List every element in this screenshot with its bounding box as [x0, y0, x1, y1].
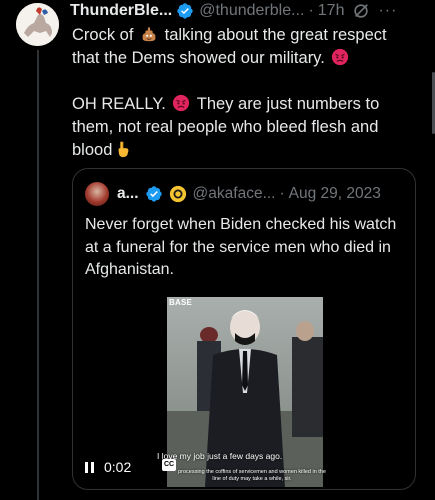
angry-emoji-icon: [331, 48, 349, 66]
pointing-down-emoji-icon: [114, 140, 132, 158]
handle[interactable]: @thunderble...: [199, 2, 304, 20]
verified-badge-icon: [176, 2, 194, 20]
separator-dot: ·: [308, 2, 314, 19]
video-caption-sub: processing the coffins of servicemen and…: [178, 469, 326, 482]
avatar[interactable]: [16, 3, 59, 46]
more-icon[interactable]: ···: [378, 2, 397, 20]
tweet-text: Crock of talking about the great respect…: [72, 24, 417, 162]
cc-icon[interactable]: CC: [162, 459, 176, 471]
grok-icon[interactable]: [352, 2, 370, 20]
tweet-text-line2a: OH REALLY.: [72, 95, 166, 113]
quoted-avatar[interactable]: [85, 182, 109, 206]
video-watermark: BASE: [169, 298, 193, 307]
quoted-date[interactable]: Aug 29, 2023: [289, 185, 381, 203]
poop-emoji-icon: [140, 25, 158, 43]
verified-badge-icon: [145, 185, 163, 203]
thread-line: [37, 50, 39, 500]
angry-emoji-icon: [172, 94, 190, 112]
quoted-tweet-card[interactable]: a... @akaface... · Aug 29, 2023 Never fo…: [72, 168, 416, 490]
quoted-handle[interactable]: @akaface...: [193, 185, 276, 203]
quoted-display-name[interactable]: a...: [117, 185, 139, 203]
video-time: 0:02: [104, 459, 132, 475]
tweet-header: ThunderBle... @thunderble... · 17h ···: [70, 0, 427, 22]
timestamp[interactable]: 17h: [318, 2, 345, 20]
gold-badge-icon: [169, 185, 187, 203]
quoted-tweet-header: a... @akaface... · Aug 29, 2023: [85, 182, 407, 206]
pause-icon[interactable]: [85, 461, 94, 473]
display-name[interactable]: ThunderBle...: [70, 2, 172, 20]
quoted-tweet-text: Never forget when Biden checked his watc…: [85, 216, 397, 278]
separator-dot: ·: [279, 185, 285, 202]
tweet-text-line1a: Crock of: [72, 26, 134, 44]
video-controls: 0:02: [85, 455, 131, 479]
